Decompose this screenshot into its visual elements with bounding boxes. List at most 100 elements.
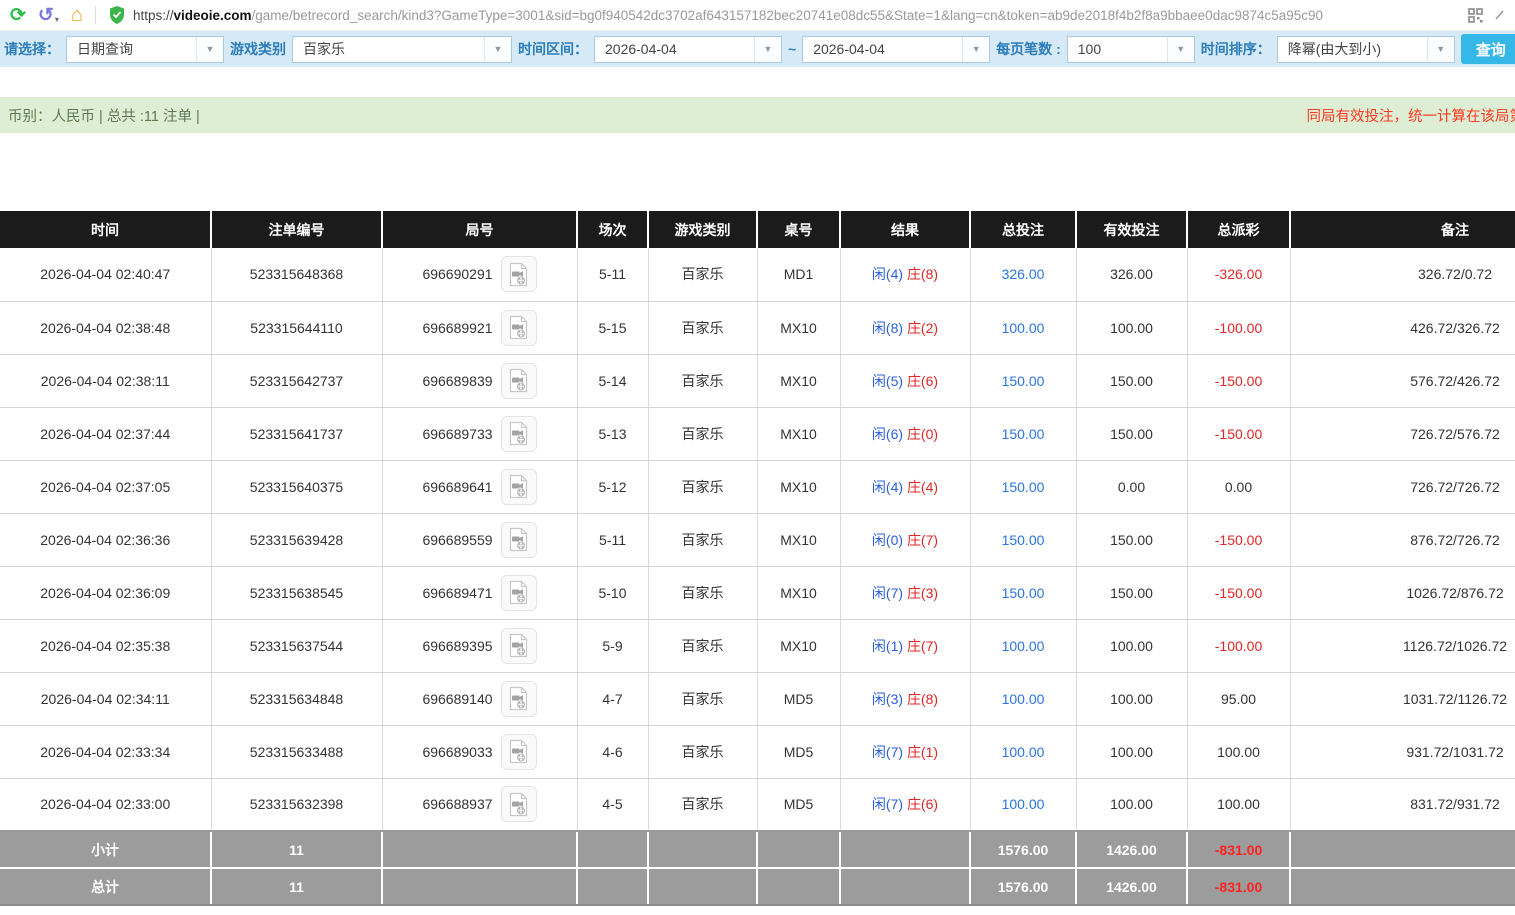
header-bet-id: 注单编号 bbox=[211, 211, 383, 248]
query-type-dropdown[interactable]: 日期查询 ▼ bbox=[66, 35, 224, 63]
player-score: 闲(5) bbox=[871, 372, 904, 389]
sort-dropdown[interactable]: 降幂(由大到小) ▼ bbox=[1276, 35, 1455, 63]
total-total-bet: 1576.00 bbox=[970, 868, 1077, 906]
cell-remark: 1126.72/1026.72 bbox=[1290, 619, 1515, 673]
video-replay-button[interactable] bbox=[500, 680, 537, 717]
cell-session: 4-7 bbox=[577, 672, 649, 726]
date-to-dropdown[interactable]: 2026-04-04 ▼ bbox=[802, 35, 991, 63]
date-range-tilde: ~ bbox=[788, 41, 797, 57]
empty-cell bbox=[577, 831, 649, 869]
empty-cell bbox=[840, 868, 971, 906]
cell-valid-bet: 100.00 bbox=[1076, 725, 1188, 779]
video-replay-button[interactable] bbox=[500, 574, 537, 611]
cell-game-type: 百家乐 bbox=[648, 672, 758, 726]
cell-result: 闲(8) 庄(2) bbox=[840, 301, 971, 355]
video-replay-button[interactable] bbox=[500, 521, 537, 558]
empty-cell bbox=[382, 831, 578, 869]
player-score: 闲(4) bbox=[871, 478, 904, 495]
round-number: 696689471 bbox=[422, 584, 493, 601]
cell-result: 闲(4) 庄(4) bbox=[840, 460, 971, 514]
round-number: 696689140 bbox=[422, 690, 493, 707]
cell-payout: 95.00 bbox=[1187, 672, 1291, 726]
currency-summary-text: 币别：人民币 | 总共 :11 注单 | bbox=[8, 108, 200, 125]
video-replay-button[interactable] bbox=[500, 468, 537, 505]
url-domain: videoie.com bbox=[173, 7, 252, 23]
reload-icon[interactable]: ⟳ bbox=[10, 6, 26, 25]
cell-game-type: 百家乐 bbox=[648, 778, 758, 832]
banker-score: 庄(7) bbox=[906, 637, 939, 654]
player-score: 闲(6) bbox=[871, 425, 904, 442]
cell-total-bet[interactable]: 150.00 bbox=[970, 566, 1077, 620]
cell-table-no: MX10 bbox=[757, 407, 841, 461]
chevron-icon[interactable] bbox=[1495, 9, 1505, 21]
header-session: 场次 bbox=[577, 211, 649, 248]
cell-game-type: 百家乐 bbox=[648, 513, 758, 567]
cell-table-no: MD5 bbox=[757, 778, 841, 832]
cell-session: 4-6 bbox=[577, 725, 649, 779]
cell-payout: -150.00 bbox=[1187, 566, 1291, 620]
cell-total-bet[interactable]: 150.00 bbox=[970, 354, 1077, 408]
date-from-dropdown[interactable]: 2026-04-04 ▼ bbox=[594, 35, 782, 63]
header-game-type: 游戏类别 bbox=[648, 211, 758, 248]
dropdown-caret-icon: ▼ bbox=[754, 36, 781, 62]
empty-cell bbox=[757, 831, 841, 869]
cell-total-bet[interactable]: 150.00 bbox=[970, 513, 1077, 567]
address-bar[interactable]: https://videoie.com/game/betrecord_searc… bbox=[108, 5, 1456, 25]
video-replay-button[interactable] bbox=[500, 309, 537, 346]
cell-result: 闲(5) 庄(6) bbox=[840, 354, 971, 408]
summary-bar: 币别：人民币 | 总共 :11 注单 | 同局有效投注，统一计算在该局第 bbox=[0, 97, 1515, 133]
cell-total-bet[interactable]: 100.00 bbox=[970, 301, 1077, 355]
round-number: 696689921 bbox=[422, 319, 493, 336]
player-score: 闲(7) bbox=[871, 743, 904, 760]
cell-time: 2026-04-04 02:33:34 bbox=[0, 725, 212, 779]
cell-total-bet[interactable]: 100.00 bbox=[970, 778, 1077, 832]
cell-round: 696689733 bbox=[382, 407, 578, 461]
video-replay-button[interactable] bbox=[500, 786, 537, 823]
banker-score: 庄(2) bbox=[906, 319, 939, 336]
table-footer: 小计 11 1576.00 1426.00 -831.00 总计 11 1576… bbox=[0, 831, 1515, 906]
round-number: 696689733 bbox=[422, 425, 493, 442]
cell-table-no: MX10 bbox=[757, 354, 841, 408]
cell-total-bet[interactable]: 100.00 bbox=[970, 619, 1077, 673]
round-number: 696689559 bbox=[422, 531, 493, 548]
empty-cell bbox=[648, 831, 758, 869]
cell-session: 5-11 bbox=[577, 513, 649, 567]
spacer bbox=[0, 133, 1515, 211]
cell-session: 5-11 bbox=[577, 248, 649, 302]
security-shield-icon bbox=[109, 6, 124, 24]
cell-total-bet[interactable]: 150.00 bbox=[970, 460, 1077, 514]
qr-code-icon[interactable] bbox=[1468, 7, 1483, 23]
cell-remark: 876.72/726.72 bbox=[1290, 513, 1515, 567]
table-row: 2026-04-04 02:33:34 523315633488 696689033… bbox=[0, 725, 1515, 779]
cell-game-type: 百家乐 bbox=[648, 407, 758, 461]
table-body: 2026-04-04 02:40:47 523315648368 696690291… bbox=[0, 248, 1515, 832]
cell-total-bet[interactable]: 100.00 bbox=[970, 672, 1077, 726]
page-size-dropdown[interactable]: 100 ▼ bbox=[1066, 35, 1195, 63]
video-replay-button[interactable] bbox=[500, 362, 537, 399]
video-replay-button[interactable] bbox=[500, 733, 537, 770]
cell-game-type: 百家乐 bbox=[648, 248, 758, 302]
back-button[interactable]: ↺ ▾ bbox=[38, 4, 59, 27]
video-replay-button[interactable] bbox=[500, 627, 537, 664]
video-replay-button[interactable] bbox=[500, 415, 537, 452]
dropdown-caret-icon: ▼ bbox=[962, 36, 990, 62]
video-replay-button[interactable] bbox=[500, 256, 537, 293]
table-row: 2026-04-04 02:38:11 523315642737 696689839… bbox=[0, 354, 1515, 408]
cell-total-bet[interactable]: 150.00 bbox=[970, 407, 1077, 461]
cell-remark: 326.72/0.72 bbox=[1290, 248, 1515, 302]
cell-time: 2026-04-04 02:34:11 bbox=[0, 672, 212, 726]
home-icon[interactable]: ⌂ bbox=[71, 5, 83, 25]
sort-label: 时间排序： bbox=[1200, 41, 1271, 57]
cell-total-bet[interactable]: 100.00 bbox=[970, 725, 1077, 779]
search-button[interactable]: 查询 bbox=[1460, 34, 1515, 64]
cell-total-bet[interactable]: 326.00 bbox=[970, 248, 1077, 302]
cell-round: 696690291 bbox=[382, 248, 578, 302]
cell-payout: -150.00 bbox=[1187, 513, 1291, 567]
game-type-dropdown[interactable]: 百家乐 ▼ bbox=[292, 35, 512, 63]
table-header: 时间 注单编号 局号 场次 游戏类别 桌号 结果 总投注 有效投注 总派彩 备注 bbox=[0, 211, 1515, 248]
cell-time: 2026-04-04 02:38:11 bbox=[0, 354, 212, 408]
cell-valid-bet: 326.00 bbox=[1076, 248, 1188, 302]
round-number: 696689641 bbox=[422, 478, 493, 495]
cell-valid-bet: 150.00 bbox=[1076, 513, 1188, 567]
cell-session: 4-5 bbox=[577, 778, 649, 832]
